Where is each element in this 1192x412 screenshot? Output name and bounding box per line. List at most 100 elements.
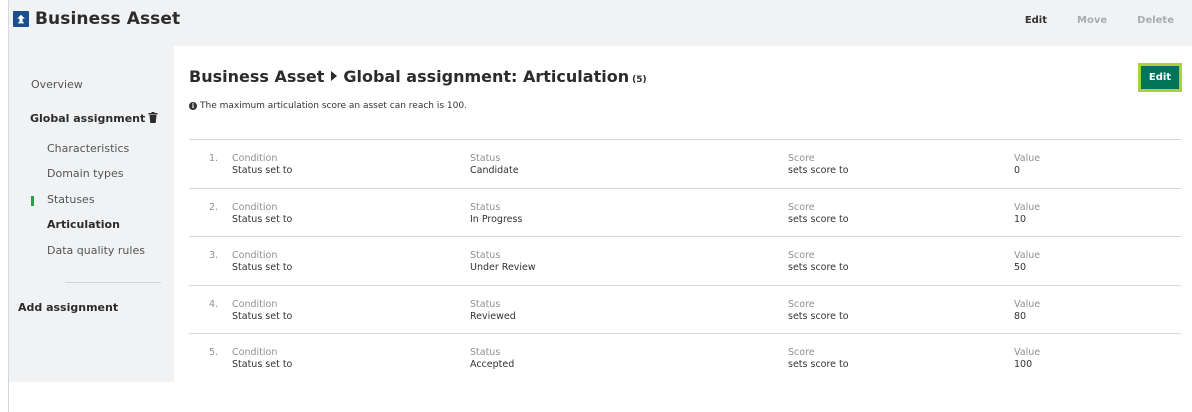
edit-link[interactable]: Edit [1025,15,1047,26]
condition-value: Status set to [232,359,293,370]
score-value: sets score to [788,310,849,322]
value-number: 50 [1014,262,1027,273]
value-number: 10 [1014,213,1027,225]
move-link[interactable]: Move [1077,15,1107,26]
info-message: i The maximum articulation score an asse… [189,101,467,111]
breadcrumb-parent[interactable]: Business Asset [189,67,324,86]
page-left-gutter [0,0,8,412]
table-row: 3. Condition Status set to Status Under Revi… [189,236,1181,285]
table-row: 5. Condition Status set to Status Accepted Sc… [189,333,1181,382]
app-title: Business Asset [13,10,180,28]
score-label: Score [788,201,815,213]
status-value: Under Review [470,262,536,273]
business-asset-icon [13,11,29,27]
status-value: Reviewed [470,310,516,322]
status-value: Candidate [470,165,519,176]
table-row: 4. Condition Status set to Status Reviewed Sc… [189,284,1181,334]
score-cell: Score sets score to [788,347,849,371]
value-cell: Value 100 [1014,347,1040,371]
status-label: Status [470,201,501,213]
value-label: Value [1014,298,1041,310]
status-cell: Status Under Review [470,250,536,274]
score-cell: Score sets score to [788,202,849,226]
delete-link[interactable]: Delete [1137,15,1174,26]
table-row: 2. Condition Status set to Status In Progres… [189,187,1181,237]
condition-label: Condition [232,153,278,164]
sidebar-item-characteristics[interactable]: Characteristics [47,142,129,155]
condition-value: Status set to [232,262,293,273]
sidebar [9,46,174,382]
condition-cell: Condition Status set to [232,299,292,323]
status-label: Status [470,250,501,261]
score-cell: Score sets score to [788,250,849,274]
status-label: Status [470,153,501,164]
condition-label: Condition [232,201,278,213]
breadcrumb: Business Asset Global assignment: Articu… [189,67,647,86]
page-title: Business Asset [35,9,181,29]
row-number: 2. [209,201,219,213]
condition-label: Condition [232,347,278,358]
status-cell: Status In Progress [470,202,522,226]
sidebar-item-overview[interactable]: Overview [31,78,83,91]
row-number: 1. [209,153,219,164]
score-label: Score [788,250,815,261]
value-cell: Value 80 [1014,299,1040,323]
value-label: Value [1014,347,1041,358]
row-number: 5. [209,347,219,358]
condition-cell: Condition Status set to [232,347,292,371]
value-number: 0 [1014,165,1021,176]
info-text: The maximum articulation score an asset … [200,101,467,111]
status-label: Status [470,347,501,358]
score-cell: Score sets score to [788,299,849,323]
score-value: sets score to [788,359,849,370]
score-label: Score [788,153,815,164]
condition-cell: Condition Status set to [232,153,292,177]
condition-cell: Condition Status set to [232,250,292,274]
value-label: Value [1014,201,1041,213]
status-value: Accepted [470,359,515,370]
condition-value: Status set to [232,165,293,176]
condition-value: Status set to [232,310,293,322]
status-cell: Status Candidate [470,153,519,177]
edit-button[interactable]: Edit [1138,63,1182,92]
header-actions: Edit Move Delete [995,15,1174,26]
status-cell: Status Reviewed [470,299,516,323]
status-label: Status [470,298,501,310]
breadcrumb-current: Global assignment: Articulation [343,67,630,86]
score-value: sets score to [788,262,849,273]
value-cell: Value 10 [1014,202,1040,226]
condition-label: Condition [232,298,278,310]
sidebar-item-data-quality-rules[interactable]: Data quality rules [47,244,145,257]
value-cell: Value 0 [1014,153,1040,177]
value-label: Value [1014,250,1041,261]
score-label: Score [788,298,815,310]
active-item-marker [31,196,34,206]
value-number: 100 [1014,359,1033,370]
add-assignment-link[interactable]: Add assignment [18,301,118,314]
value-cell: Value 50 [1014,250,1040,274]
value-number: 80 [1014,310,1027,322]
rules-table: 1. Condition Status set to Status Candidate S… [189,139,1181,382]
sidebar-item-domain-types[interactable]: Domain types [47,167,123,180]
condition-label: Condition [232,250,278,261]
status-cell: Status Accepted [470,347,514,371]
score-value: sets score to [788,165,849,176]
rule-count: (5) [632,75,647,85]
score-cell: Score sets score to [788,153,849,177]
trash-icon[interactable] [148,112,158,123]
table-row: 1. Condition Status set to Status Candidate S… [189,139,1181,188]
sidebar-item-articulation[interactable]: Articulation [47,218,120,231]
status-value: In Progress [470,213,523,225]
score-value: sets score to [788,213,849,225]
row-number: 3. [209,250,219,261]
caret-right-icon [331,71,338,81]
info-icon: i [189,102,197,110]
sidebar-item-statuses[interactable]: Statuses [47,193,95,206]
condition-value: Status set to [232,213,293,225]
condition-cell: Condition Status set to [232,202,292,226]
value-label: Value [1014,153,1041,164]
row-number: 4. [209,298,219,310]
sidebar-item-global-assignment[interactable]: Global assignment [30,112,145,125]
score-label: Score [788,347,815,358]
sidebar-divider [65,282,161,283]
